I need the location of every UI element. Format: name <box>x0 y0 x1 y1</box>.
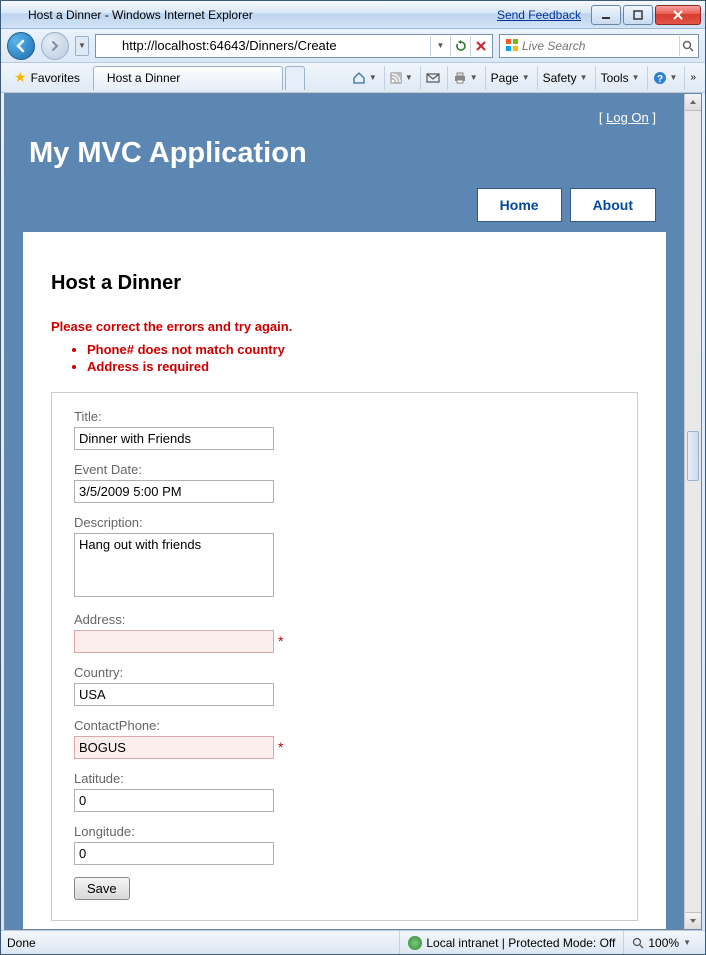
input-latitude[interactable] <box>74 789 274 812</box>
input-title[interactable] <box>74 427 274 450</box>
input-contactphone[interactable] <box>74 736 274 759</box>
nav-about[interactable]: About <box>570 188 656 222</box>
refresh-button[interactable] <box>450 36 470 56</box>
scroll-up-button[interactable] <box>685 94 701 111</box>
address-dropdown[interactable]: ▼ <box>430 36 450 56</box>
nav-home[interactable]: Home <box>477 188 562 222</box>
navbar: ▼ ▼ <box>1 29 705 63</box>
logon-area: [ Log On ] <box>23 106 666 131</box>
save-button[interactable]: Save <box>74 877 130 900</box>
status-zoom[interactable]: 100% ▼ <box>623 931 699 954</box>
statusbar: Done Local intranet | Protected Mode: Of… <box>1 930 705 954</box>
zoom-icon <box>632 937 644 949</box>
form-fieldset: Title: Event Date: Description: Hang out… <box>51 392 638 921</box>
nav-history-dropdown[interactable]: ▼ <box>75 36 89 56</box>
vertical-scrollbar[interactable] <box>684 94 701 929</box>
label-longitude: Longitude: <box>74 824 615 839</box>
input-address[interactable] <box>74 630 274 653</box>
address-input[interactable] <box>120 36 430 55</box>
forward-button[interactable] <box>41 32 69 60</box>
input-longitude[interactable] <box>74 842 274 865</box>
validation-error: Address is required <box>87 359 638 374</box>
input-country[interactable] <box>74 683 274 706</box>
scroll-thumb[interactable] <box>687 431 699 481</box>
stop-button[interactable] <box>470 36 490 56</box>
label-address: Address: <box>74 612 615 627</box>
mail-icon <box>426 72 440 84</box>
close-button[interactable] <box>655 5 701 25</box>
mail-button[interactable] <box>420 66 445 90</box>
star-icon: ★ <box>14 69 27 86</box>
print-button[interactable]: ▼ <box>447 66 483 90</box>
tools-menu[interactable]: Tools▼ <box>595 66 645 90</box>
favorites-label: Favorites <box>31 71 80 85</box>
page-body: [ Log On ] My MVC Application Home About… <box>5 94 684 929</box>
favorites-button[interactable]: ★ Favorites <box>5 66 89 89</box>
tab-title: Host a Dinner <box>107 71 180 85</box>
feeds-button[interactable]: ▼ <box>384 66 418 90</box>
label-description: Description: <box>74 515 615 530</box>
back-button[interactable] <box>7 32 35 60</box>
rss-icon <box>390 72 402 84</box>
error-asterisk: * <box>278 633 283 649</box>
input-description[interactable]: Hang out with friends <box>74 533 274 597</box>
page-icon <box>101 38 117 54</box>
label-eventdate: Event Date: <box>74 462 615 477</box>
help-icon: ? <box>653 71 667 85</box>
ie-icon <box>7 7 23 23</box>
home-icon <box>352 71 366 85</box>
search-box <box>499 34 699 58</box>
live-search-icon <box>505 38 519 54</box>
input-eventdate[interactable] <box>74 480 274 503</box>
browser-tab[interactable]: Host a Dinner <box>93 66 283 90</box>
label-latitude: Latitude: <box>74 771 615 786</box>
validation-error: Phone# does not match country <box>87 342 638 357</box>
scroll-track[interactable] <box>685 111 701 912</box>
maximize-button[interactable] <box>623 5 653 25</box>
help-button[interactable]: ?▼ <box>647 66 683 90</box>
browser-window: Host a Dinner - Windows Internet Explore… <box>0 0 706 955</box>
send-feedback-link[interactable]: Send Feedback <box>497 8 581 22</box>
main-panel: Host a Dinner Please correct the errors … <box>23 232 666 929</box>
toolbar-chevron[interactable]: » <box>684 66 701 90</box>
label-country: Country: <box>74 665 615 680</box>
status-zone: Local intranet | Protected Mode: Off <box>399 931 623 954</box>
search-button[interactable] <box>679 36 696 56</box>
svg-text:?: ? <box>656 74 662 85</box>
logon-link[interactable]: Log On <box>606 110 649 125</box>
error-asterisk: * <box>278 739 283 755</box>
minimize-button[interactable] <box>591 5 621 25</box>
label-contactphone: ContactPhone: <box>74 718 615 733</box>
label-title: Title: <box>74 409 615 424</box>
command-bar: ★ Favorites Host a Dinner ▼ ▼ ▼ Page▼ Sa… <box>1 63 705 93</box>
validation-heading: Please correct the errors and try again. <box>51 319 638 334</box>
scroll-down-button[interactable] <box>685 912 701 929</box>
titlebar: Host a Dinner - Windows Internet Explore… <box>1 1 705 29</box>
address-bar: ▼ <box>95 34 493 58</box>
validation-summary: Please correct the errors and try again.… <box>51 319 638 374</box>
page-menu[interactable]: Page▼ <box>485 66 535 90</box>
home-button[interactable]: ▼ <box>347 66 382 90</box>
search-input[interactable] <box>522 39 679 53</box>
status-text: Done <box>7 936 48 950</box>
page-heading: Host a Dinner <box>51 272 638 295</box>
new-tab-button[interactable] <box>285 66 305 90</box>
window-title: Host a Dinner - Windows Internet Explore… <box>28 8 253 22</box>
print-icon <box>453 72 467 84</box>
zone-icon <box>408 936 422 950</box>
safety-menu[interactable]: Safety▼ <box>537 66 593 90</box>
content-area: [ Log On ] My MVC Application Home About… <box>4 93 702 930</box>
app-title: My MVC Application <box>23 131 666 188</box>
